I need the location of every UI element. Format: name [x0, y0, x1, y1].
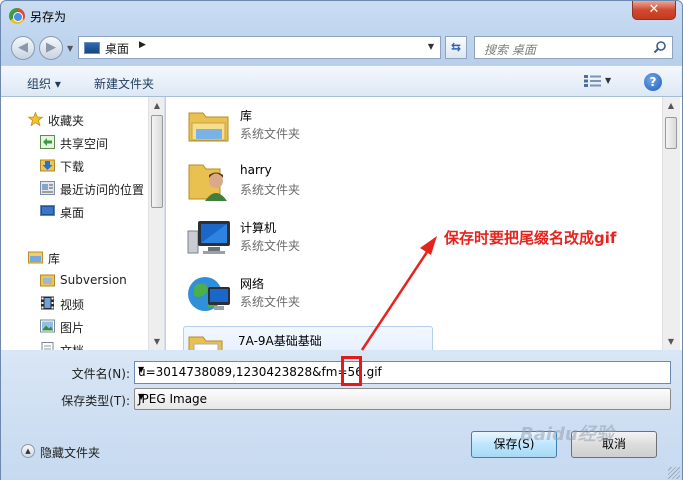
annotation-text: 保存时要把尾缀名改成gif [444, 229, 617, 247]
extension-highlight-box [341, 356, 362, 386]
watermark: Baidu经验 [520, 424, 614, 445]
